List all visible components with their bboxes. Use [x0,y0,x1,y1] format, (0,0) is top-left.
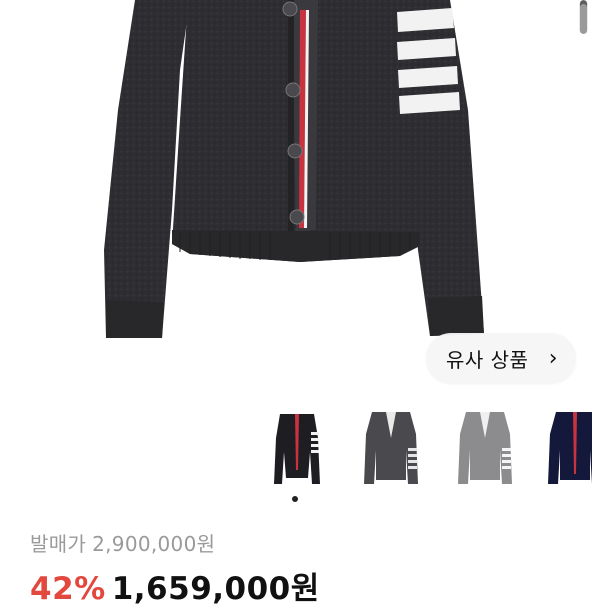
carousel-dot-active [292,496,298,502]
retail-price-label: 발매가 [30,532,87,556]
discount-rate: 42% [30,571,106,607]
similar-products-button[interactable]: 유사 상품 › [426,333,576,383]
scroll-indicator [579,0,588,34]
carousel-dots [0,492,592,502]
similar-products-label: 유사 상품 [446,347,529,372]
chevron-right-icon: › [548,345,558,371]
thumbnail-navy-cardigan[interactable] [540,408,592,488]
retail-price-value: 2,900,000원 [92,532,216,556]
sale-price-row: 42% 1,659,000원 [30,563,320,607]
scroll-indicator-track-fill [580,4,587,34]
sale-price: 1,659,000원 [111,571,320,607]
thumbnail-charcoal-cardigan[interactable] [356,408,426,488]
thumbnail-strip [0,398,592,498]
retail-price-row: 발매가 2,900,000원 [30,528,215,560]
thumbnail-black-cardigan[interactable] [262,408,332,488]
thumbnail-grey-cardigan[interactable] [450,408,520,488]
